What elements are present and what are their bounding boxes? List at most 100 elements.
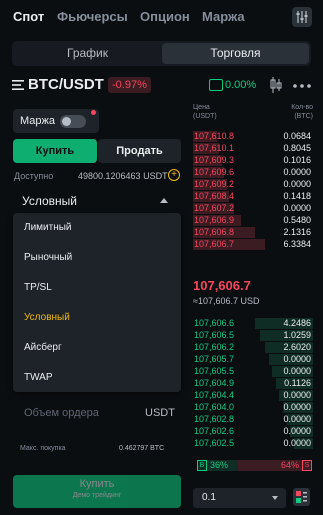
ask-price: 107,607.2	[194, 203, 235, 213]
ask-price: 107,610.8	[194, 131, 235, 141]
bid-price: 107,605.7	[194, 354, 235, 364]
dropdown-option-twap[interactable]: TWAP	[24, 372, 53, 388]
bid-price: 107,606.5	[194, 330, 235, 340]
max-buy: Макс. покупка 0.462797 BTC	[20, 445, 180, 452]
ask-qty: 0.5480	[283, 215, 311, 225]
mini-chart-icon[interactable]	[209, 79, 223, 91]
buy-submit-button[interactable]: Купить Демо трейдинг	[13, 475, 181, 508]
caret-up-icon	[160, 198, 168, 203]
margin-switch[interactable]	[60, 115, 86, 128]
order-type-select[interactable]: Условный	[13, 190, 181, 212]
submit-sub-label: Демо трейдинг	[72, 492, 122, 499]
bid-price: 107,604.0	[194, 402, 235, 412]
bid-qty: 1.0259	[283, 330, 311, 340]
tab-chart[interactable]: График	[14, 43, 161, 64]
ask-row[interactable]: 107,608.4 0.1418	[193, 191, 313, 202]
bid-row[interactable]: 107,606.6 4.2486	[193, 318, 313, 329]
bid-qty: 0.0000	[283, 426, 311, 436]
ask-price: 107,609.2	[194, 179, 235, 189]
tab-futures[interactable]: Фьючерсы	[57, 9, 128, 24]
sell-tab-button[interactable]: Продать	[98, 139, 181, 163]
ask-qty: 0.1016	[283, 155, 311, 165]
amount-unit[interactable]: USDT	[145, 407, 175, 419]
bid-qty: 0.1126	[284, 378, 311, 388]
ask-price: 107,606.7	[194, 239, 235, 249]
bid-qty: 0.0000	[283, 414, 311, 424]
view-toggle: График Торговля	[12, 41, 311, 66]
tab-options[interactable]: Опцион	[140, 9, 190, 24]
ask-qty: 0.1418	[283, 191, 311, 201]
bid-price: 107,604.9	[194, 378, 235, 388]
bid-row[interactable]: 107,602.6 0.0000	[193, 426, 313, 437]
bid-price: 107,602.8	[194, 414, 235, 424]
ask-row[interactable]: 107,609.3 0.1016	[193, 155, 313, 166]
margin-label: Маржа	[20, 115, 55, 127]
more-icon[interactable]	[293, 84, 311, 88]
dropdown-option-iceberg[interactable]: Айсберг	[24, 342, 62, 358]
bid-price: 107,604.4	[194, 390, 235, 400]
buy-tab-button[interactable]: Купить	[13, 139, 97, 163]
ask-qty: 0.0000	[283, 203, 311, 213]
ask-price: 107,610.1	[194, 143, 235, 153]
available-value: 49800.1206463 USDT	[78, 171, 168, 181]
tab-margin[interactable]: Маржа	[202, 9, 245, 24]
price-header: Цена (USDT)	[193, 104, 217, 120]
ask-row[interactable]: 107,606.8 2.1316	[193, 227, 313, 238]
ask-row[interactable]: 107,609.2 0.0000	[193, 179, 313, 190]
price-step-select[interactable]: 0.1	[193, 488, 286, 508]
ask-row[interactable]: 107,609.6 0.0000	[193, 167, 313, 178]
order-amount-input[interactable]: Объем ордера USDT	[13, 402, 181, 426]
bid-row[interactable]: 107,604.0 0.0000	[193, 402, 313, 413]
ask-qty: 0.8045	[283, 143, 311, 153]
bid-qty: 0.0000	[283, 390, 311, 400]
tab-trade[interactable]: Торговля	[162, 43, 309, 64]
bid-row[interactable]: 107,604.4 0.0000	[193, 390, 313, 401]
ask-row[interactable]: 107,606.9 0.5480	[193, 215, 313, 226]
max-buy-label: Макс. покупка	[20, 445, 66, 452]
ask-price: 107,606.8	[194, 227, 235, 237]
bid-row[interactable]: 107,605.7 0.0000	[193, 354, 313, 365]
ask-price: 107,606.9	[194, 215, 235, 225]
order-type-dropdown: Лимитный Рыночный TP/SL Условный Айсберг…	[13, 213, 181, 392]
dropdown-option-limit[interactable]: Лимитный	[24, 222, 72, 238]
add-funds-icon[interactable]: +	[168, 169, 180, 181]
ask-row[interactable]: 107,607.2 0.0000	[193, 203, 313, 214]
settings-sliders-icon[interactable]	[292, 7, 312, 27]
bid-row[interactable]: 107,602.8 0.0000	[193, 414, 313, 425]
price-step-value: 0.1	[202, 492, 216, 503]
ask-row[interactable]: 107,610.8 0.0684	[193, 131, 313, 142]
candlestick-icon[interactable]	[269, 77, 283, 93]
bid-qty: 0.0000	[283, 402, 311, 412]
top-nav: Спот Фьючерсы Опцион Маржа	[0, 0, 323, 34]
bid-row[interactable]: 107,602.5 0.0000	[193, 438, 313, 449]
ask-row[interactable]: 107,610.1 0.8045	[193, 143, 313, 154]
bid-qty: 2.6020	[283, 342, 311, 352]
bid-row[interactable]: 107,606.5 1.0259	[193, 330, 313, 341]
sell-ratio-bar	[238, 460, 312, 471]
tab-spot[interactable]: Спот	[13, 9, 44, 24]
order-book-layout-icon[interactable]	[293, 488, 310, 506]
dropdown-option-market[interactable]: Рыночный	[24, 252, 72, 268]
dropdown-option-conditional[interactable]: Условный	[24, 312, 70, 328]
bid-row[interactable]: 107,606.2 2.6020	[193, 342, 313, 353]
sell-badge: S	[302, 460, 312, 471]
mini-pct: 0.00%	[225, 79, 257, 91]
margin-toggle[interactable]: Маржа	[13, 109, 99, 133]
pair-symbol: BTC/USDT	[28, 76, 104, 93]
bid-price: 107,606.2	[194, 342, 235, 352]
bid-row[interactable]: 107,604.9 0.1126	[193, 378, 313, 389]
ask-qty: 6.3384	[283, 239, 311, 249]
notification-dot	[91, 110, 96, 115]
side-toggle: Купить Продать	[13, 139, 181, 163]
bid-row[interactable]: 107,605.5 0.0000	[193, 366, 313, 377]
bid-qty: 0.0000	[283, 366, 311, 376]
dropdown-option-tpsl[interactable]: TP/SL	[24, 282, 52, 298]
order-book-header: Цена (USDT) Кол-во (BTC)	[193, 103, 313, 123]
pair-change-badge: -0.97%	[108, 77, 151, 93]
bid-price: 107,602.6	[194, 426, 235, 436]
ask-qty: 2.1316	[283, 227, 311, 237]
menu-icon[interactable]	[12, 80, 24, 90]
ask-row[interactable]: 107,606.7 6.3384	[193, 239, 313, 250]
ask-price: 107,608.4	[194, 191, 235, 201]
last-price-usd: ≈107,606.7 USD	[193, 296, 260, 306]
